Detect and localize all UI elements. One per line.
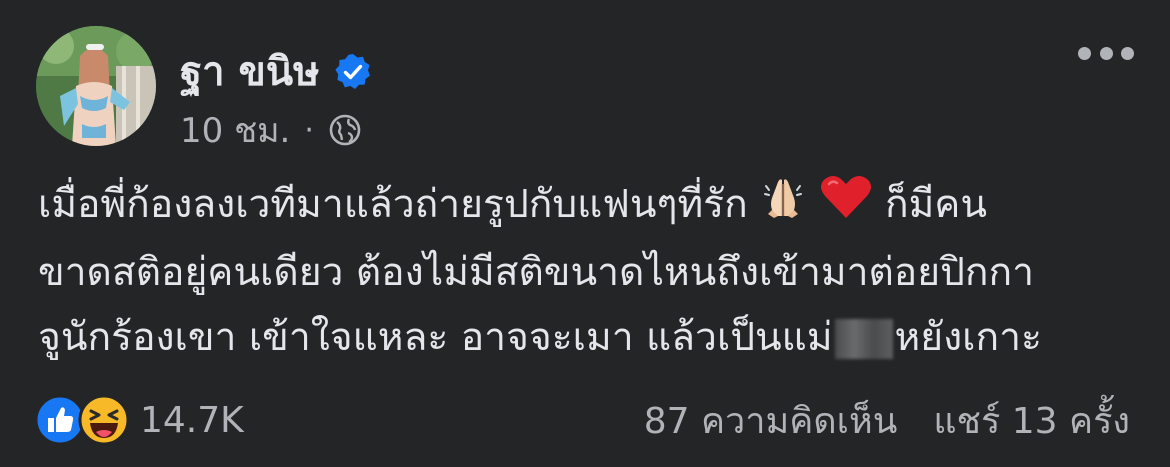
red-heart-emoji: [819, 174, 873, 240]
post-text-line-2: ขาดสติอยู่คนเดียว ต้องไม่มีสติขนาดไหนถึง…: [38, 249, 1034, 295]
dot: [1121, 46, 1134, 60]
verified-badge-icon: [334, 53, 372, 91]
haha-icon: [78, 394, 130, 446]
reactions-summary[interactable]: 14.7K: [34, 392, 244, 448]
author-row: ฐา ขนิษ: [180, 44, 372, 100]
reaction-count: 14.7K: [140, 399, 244, 441]
globe-icon[interactable]: [328, 113, 362, 147]
post-stats: 87 ความคิดเห็น แชร์ 13 ครั้ง: [644, 392, 1130, 448]
facebook-post: ฐา ขนิษ 10 ชม. · เมื่อพี่ก้องลงเวทีมาแล้…: [0, 0, 1170, 467]
profile-photo: [36, 26, 156, 146]
text-segment: เมื่อพี่ก้องลงเวทีมาแล้วถ่ายรูปกับแฟนๆที…: [38, 182, 761, 227]
dot: [1078, 46, 1091, 60]
reaction-icons: [34, 394, 130, 446]
shares-count-link[interactable]: แชร์ 13 ครั้ง: [933, 392, 1130, 449]
folded-hands-emoji: [760, 174, 806, 240]
text-segment: ก็มีคน: [884, 182, 988, 227]
comments-count-link[interactable]: 87 ความคิดเห็น: [644, 392, 898, 449]
post-text-line-3: จูนักร้องเขา เข้าใจแหละ อาจจะเมา แล้วเป็…: [38, 305, 1138, 370]
author-name[interactable]: ฐา ขนิษ: [180, 44, 320, 100]
dot: [1099, 46, 1113, 60]
text-segment: จูนักร้องเขา เข้าใจแหละ อาจจะเมา แล้วเป็…: [38, 314, 833, 360]
post-time[interactable]: 10 ชม.: [180, 103, 290, 157]
post-text-line-1: เมื่อพี่ก้องลงเวทีมาแล้วถ่ายรูปกับแฟนๆที…: [38, 172, 1138, 240]
post-text: เมื่อพี่ก้องลงเวทีมาแล้วถ่ายรูปกับแฟนๆที…: [38, 172, 1138, 370]
censored-blur: [834, 319, 893, 359]
meta-separator: ·: [304, 112, 314, 148]
more-options-icon[interactable]: [1078, 38, 1134, 68]
text-segment: หยังเกาะ: [894, 314, 1042, 360]
avatar[interactable]: [36, 26, 156, 146]
post-meta: 10 ชม. ·: [180, 106, 362, 154]
